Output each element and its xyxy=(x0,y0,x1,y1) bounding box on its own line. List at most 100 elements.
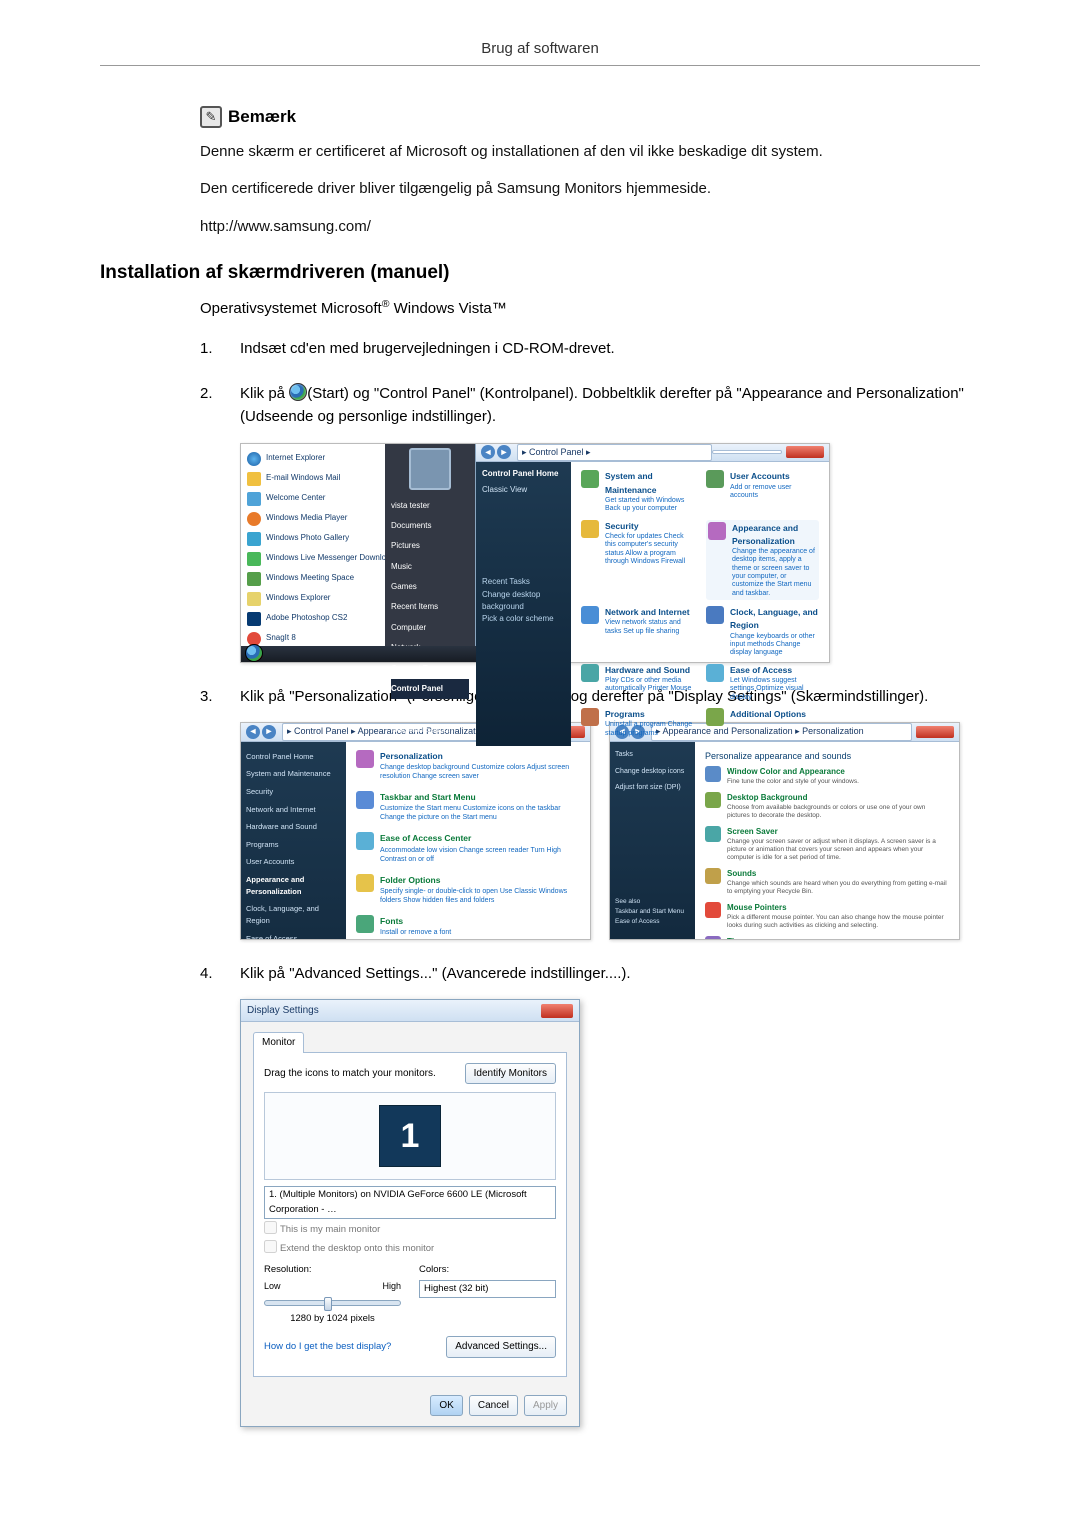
pz-taskbar-link[interactable]: Taskbar and Start Menu xyxy=(615,907,690,917)
sm-mail-label: E-mail Windows Mail xyxy=(266,472,340,484)
ap-side-ease[interactable]: Ease of Access xyxy=(246,930,341,940)
cp-task2[interactable]: Pick a color scheme xyxy=(482,613,565,625)
cp-cat-system[interactable]: System and MaintenanceGet started with W… xyxy=(581,470,694,513)
ok-button[interactable]: OK xyxy=(430,1395,462,1417)
ap-side-clock[interactable]: Clock, Language, and Region xyxy=(246,900,341,929)
pz-heading: Personalize appearance and sounds xyxy=(705,750,949,764)
welcome-icon xyxy=(247,492,261,506)
side-music[interactable]: Music xyxy=(391,557,469,577)
side-recent[interactable]: Recent Items xyxy=(391,597,469,617)
pz-item-theme[interactable]: ThemeChange the theme. Themes can change… xyxy=(705,936,949,940)
taskbar[interactable] xyxy=(241,646,476,662)
cp-cat-ease[interactable]: Ease of AccessLet Windows suggest settin… xyxy=(706,664,819,702)
nav-back-icon[interactable]: ◄ xyxy=(481,445,495,459)
startmenu-item-photoshop[interactable]: Adobe Photoshop CS2 xyxy=(245,609,381,629)
cp-cat-hardware[interactable]: Hardware and SoundPlay CDs or other medi… xyxy=(581,664,694,702)
side-user[interactable]: vista tester xyxy=(391,496,469,516)
gallery-icon xyxy=(247,532,261,546)
ap-side-appearance[interactable]: Appearance and Personalization xyxy=(246,871,341,900)
ap-item-fonts[interactable]: FontsInstall or remove a font xyxy=(356,915,580,937)
side-help[interactable]: Help and Support xyxy=(391,720,469,740)
ap-fold-t: Folder Options xyxy=(380,874,580,887)
pz-close-icon[interactable] xyxy=(916,726,954,738)
ap-item-folder[interactable]: Folder OptionsSpecify single- or double-… xyxy=(356,874,580,905)
side-documents[interactable]: Documents xyxy=(391,516,469,536)
pz-adjust-font[interactable]: Adjust font size (DPI) xyxy=(615,780,690,797)
cp-cat-programs[interactable]: ProgramsUninstall a program Change start… xyxy=(581,708,694,738)
color-depth-select[interactable]: Highest (32 bit) xyxy=(419,1280,556,1299)
ap-side-hardware[interactable]: Hardware and Sound xyxy=(246,818,341,836)
ds-monitor-area[interactable]: 1 xyxy=(264,1092,556,1180)
advanced-settings-button[interactable]: Advanced Settings... xyxy=(446,1336,556,1358)
pz-item-color[interactable]: Window Color and AppearanceFine tune the… xyxy=(705,766,949,786)
screenshot-display-settings: Display Settings Monitor Drag the icons … xyxy=(240,999,580,1427)
pz-change-icons[interactable]: Change desktop icons xyxy=(615,764,690,781)
cp-cat-security[interactable]: SecurityCheck for updates Check this com… xyxy=(581,520,694,601)
ap-side-security[interactable]: Security xyxy=(246,783,341,801)
startmenu-item-mail[interactable]: E-mail Windows Mail xyxy=(245,469,381,489)
best-display-link[interactable]: How do I get the best display? xyxy=(264,1340,391,1355)
pz-item-sounds[interactable]: SoundsChange which sounds are heard when… xyxy=(705,868,949,896)
startmenu-item-wmp[interactable]: Windows Media Player xyxy=(245,509,381,529)
side-computer[interactable]: Computer xyxy=(391,618,469,638)
nav-forward-icon[interactable]: ► xyxy=(262,725,276,739)
cp-cat-network[interactable]: Network and InternetView network status … xyxy=(581,606,694,658)
ap-side-system[interactable]: System and Maintenance xyxy=(246,765,341,783)
cp-sidebar-classic[interactable]: Classic View xyxy=(482,484,565,496)
nav-back-icon[interactable]: ◄ xyxy=(246,725,260,739)
sm-snag-label: SnagIt 8 xyxy=(266,632,296,644)
slider-thumb-icon[interactable] xyxy=(324,1297,332,1311)
ap-side-network[interactable]: Network and Internet xyxy=(246,801,341,819)
cancel-button[interactable]: Cancel xyxy=(469,1395,518,1417)
cp-task1[interactable]: Change desktop background xyxy=(482,589,565,614)
ap-item-personalization[interactable]: PersonalizationChange desktop background… xyxy=(356,750,580,781)
cp-sidebar-home[interactable]: Control Panel Home xyxy=(482,468,565,480)
ds-close-icon[interactable] xyxy=(541,1004,573,1018)
startmenu-item-meeting[interactable]: Windows Meeting Space xyxy=(245,569,381,589)
cp-prog-s: Uninstall a program Change startup progr… xyxy=(605,721,694,738)
cp-sidebar: Control Panel Home Classic View Recent T… xyxy=(476,462,571,746)
monitor-1-icon[interactable]: 1 xyxy=(379,1105,441,1167)
cp-breadcrumb[interactable]: ▸ Control Panel ▸ xyxy=(517,444,712,462)
startmenu-item-gallery[interactable]: Windows Photo Gallery xyxy=(245,529,381,549)
pz-item-mouse[interactable]: Mouse PointersPick a different mouse poi… xyxy=(705,902,949,930)
start-button-icon[interactable] xyxy=(245,644,263,662)
cp-cat-appearance[interactable]: Appearance and PersonalizationChange the… xyxy=(706,520,819,601)
apply-button[interactable]: Apply xyxy=(524,1395,567,1417)
startmenu-item-explorer[interactable]: Windows Explorer xyxy=(245,589,381,609)
user-picture[interactable] xyxy=(409,448,451,490)
windows-start-orb-icon xyxy=(289,383,307,401)
startmenu-item-ie[interactable]: Internet Explorer xyxy=(245,449,381,469)
startmenu-item-welcome[interactable]: Welcome Center xyxy=(245,489,381,509)
pz-item-screensaver[interactable]: Screen SaverChange your screen saver or … xyxy=(705,826,949,862)
cp-cat-additional[interactable]: Additional Options xyxy=(706,708,819,738)
step-1: 1. Indsæt cd'en med brugervejledningen i… xyxy=(200,337,980,360)
ds-tab-monitor[interactable]: Monitor xyxy=(253,1032,304,1053)
cp-search-input[interactable] xyxy=(712,450,782,454)
ap-item-ease[interactable]: Ease of Access CenterAccommodate low vis… xyxy=(356,832,580,863)
side-games[interactable]: Games xyxy=(391,577,469,597)
nav-forward-icon[interactable]: ► xyxy=(497,445,511,459)
ap-item-taskbar[interactable]: Taskbar and Start MenuCustomize the Star… xyxy=(356,791,580,822)
ap-pers-t: Personalization xyxy=(380,750,580,763)
ds-titlebar: Display Settings xyxy=(241,1000,579,1022)
pz-ease-link[interactable]: Ease of Access xyxy=(615,917,690,927)
startmenu-item-live[interactable]: Windows Live Messenger Download xyxy=(245,549,381,569)
window-close-icon[interactable] xyxy=(786,446,824,458)
cp-cat-users[interactable]: User AccountsAdd or remove user accounts xyxy=(706,470,819,513)
side-pictures[interactable]: Pictures xyxy=(391,536,469,556)
ap-task-s: Customize the Start menu Customize icons… xyxy=(380,804,580,822)
ap-side-users[interactable]: User Accounts xyxy=(246,853,341,871)
side-connect[interactable]: Connect To xyxy=(391,659,469,679)
identify-monitors-button[interactable]: Identify Monitors xyxy=(465,1063,556,1085)
ap-side-programs[interactable]: Programs xyxy=(246,836,341,854)
cp-cat-clock[interactable]: Clock, Language, and RegionChange keyboa… xyxy=(706,606,819,658)
chk-main-monitor xyxy=(264,1221,277,1234)
pz-item-background[interactable]: Desktop BackgroundChoose from available … xyxy=(705,792,949,820)
res-high-label: High xyxy=(382,1280,401,1294)
side-default[interactable]: Default Programs xyxy=(391,699,469,719)
ap-side-home[interactable]: Control Panel Home xyxy=(246,748,341,766)
resolution-slider[interactable] xyxy=(264,1300,401,1306)
side-controlpanel[interactable]: Control Panel xyxy=(391,679,469,699)
ds-monitor-select[interactable]: 1. (Multiple Monitors) on NVIDIA GeForce… xyxy=(264,1186,556,1219)
